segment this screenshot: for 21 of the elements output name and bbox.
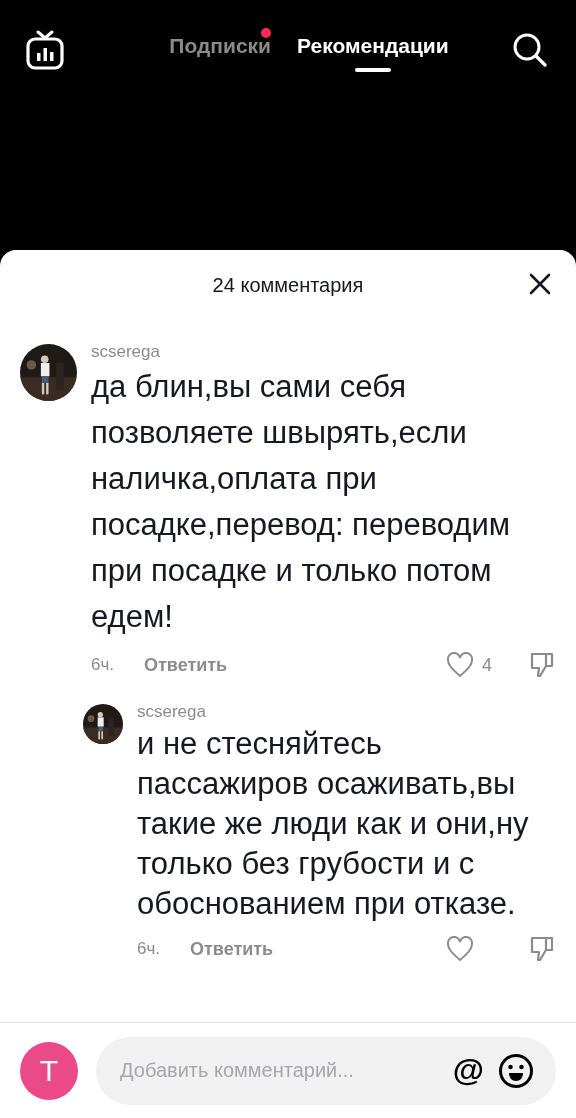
like-button[interactable]: 4: [446, 652, 504, 678]
sheet-title: 24 комментария: [212, 273, 364, 297]
tab[interactable]: Рекомендации: [297, 28, 449, 76]
dislike-icon[interactable]: [528, 935, 556, 963]
tv-icon[interactable]: [26, 30, 64, 70]
timestamp: 6ч.: [137, 939, 162, 959]
smiley-icon[interactable]: [498, 1052, 534, 1089]
comment-field[interactable]: Добавить комментарий... @: [96, 1036, 556, 1105]
search-icon[interactable]: [512, 32, 548, 68]
reply-link[interactable]: Ответить: [190, 938, 274, 960]
reply-link[interactable]: Ответить: [144, 654, 228, 676]
comment-text: и не стесняйтесь пассажиров осаживать,вы такие же люди как и они,ну только без грубости и с обоснованием при отказе.: [137, 725, 530, 923]
tab[interactable]: Подписки: [169, 28, 272, 76]
mention-button[interactable]: @: [452, 1052, 484, 1089]
dislike-icon[interactable]: [528, 651, 556, 679]
username[interactable]: scserega: [91, 342, 556, 362]
username[interactable]: scserega: [137, 702, 556, 722]
timestamp: 6ч.: [91, 655, 116, 675]
comment-text: да блин,вы сами себя позволяете швырять,если наличка,оплата при посадке,перевод: переводим при посадке и только потом едем!: [91, 368, 512, 636]
close-icon[interactable]: [528, 272, 552, 296]
user-avatar: T: [20, 1041, 78, 1100]
